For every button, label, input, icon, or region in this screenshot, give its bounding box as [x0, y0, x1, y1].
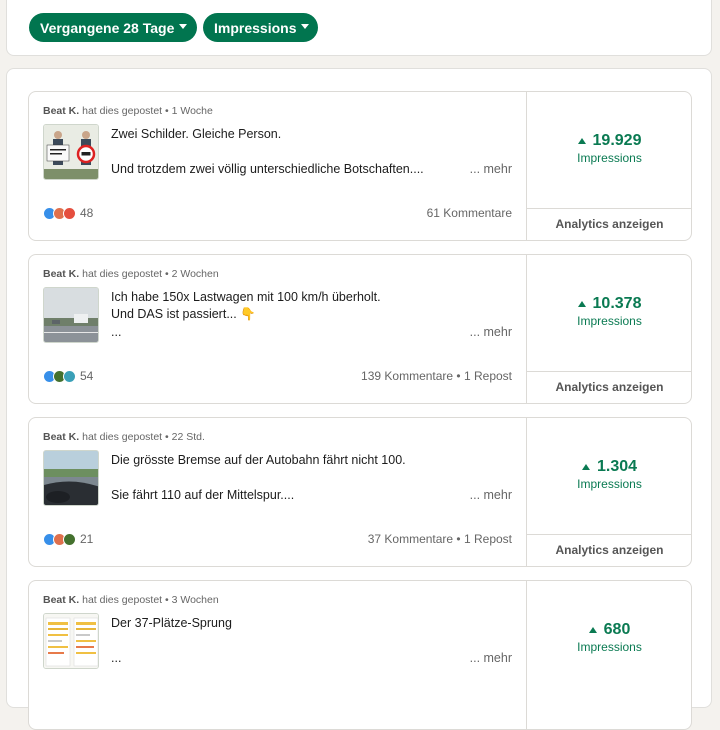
post-stats[interactable]: 139 Kommentare • 1 Repost: [361, 369, 512, 383]
show-analytics-button[interactable]: Analytics anzeigen: [527, 371, 692, 403]
reactions[interactable]: 21: [43, 532, 93, 546]
post-text-line1: Ich habe 150x Lastwagen mit 100 km/h übe…: [111, 290, 381, 304]
impressions-value-wrap: 10.378: [527, 295, 692, 313]
metric-label: Impressions: [214, 19, 297, 36]
impressions-summary: 10.378 Impressions: [527, 295, 692, 328]
reaction-count: 48: [80, 206, 94, 220]
reaction-count: 54: [80, 369, 94, 383]
post-meta: Beat K. hat dies gepostet • 22 Std.: [43, 431, 205, 443]
post-text-line3: ...: [111, 325, 122, 339]
love-reaction-icon: [63, 206, 76, 220]
reaction-count: 21: [80, 532, 94, 546]
post-meta: Beat K. hat dies gepostet • 2 Wochen: [43, 268, 219, 280]
post-content[interactable]: Beat K. hat dies gepostet • 1 Woche Zwei…: [29, 92, 526, 240]
impressions-summary: 1.304 Impressions: [527, 458, 692, 491]
post-text-line3: Sie fährt 110 auf der Mittelspur....: [111, 488, 295, 502]
impressions-summary: 19.929 Impressions: [527, 132, 692, 165]
reactions[interactable]: 48: [43, 206, 93, 220]
post-text-line3: Und trotzdem zwei völlig unterschiedlich…: [111, 162, 424, 176]
post-thumbnail[interactable]: [43, 613, 99, 669]
post-action: hat dies gepostet: [82, 105, 163, 117]
post-card: Beat K. hat dies gepostet • 3 Wochen Der…: [28, 580, 692, 730]
filter-bar: Vergangene 28 Tage Impressions: [6, 0, 712, 56]
post-text-line1: Der 37-Plätze-Sprung: [111, 616, 232, 630]
post-content[interactable]: Beat K. hat dies gepostet • 22 Std. Die …: [29, 418, 526, 566]
impressions-value: 19.929: [592, 132, 642, 149]
impressions-value: 1.304: [596, 458, 638, 475]
impressions-label: Impressions: [577, 477, 642, 491]
post-text-line3: ...: [111, 651, 122, 665]
impressions-label: Impressions: [577, 640, 642, 654]
impressions-value-wrap: 19.929: [527, 132, 692, 150]
impressions-value-wrap: 1.304: [527, 458, 692, 476]
post-card: Beat K. hat dies gepostet • 22 Std. Die …: [28, 417, 692, 567]
metric-dropdown[interactable]: Impressions: [203, 13, 318, 42]
post-thumbnail[interactable]: [43, 124, 99, 180]
post-action: hat dies gepostet: [82, 594, 163, 606]
post-stats[interactable]: 37 Kommentare • 1 Repost: [368, 532, 512, 546]
post-text-line2: Und DAS ist passiert... 👇: [111, 307, 256, 321]
post-meta: Beat K. hat dies gepostet • 3 Wochen: [43, 594, 219, 606]
post-action: hat dies gepostet: [82, 431, 163, 443]
post-age: 1 Woche: [171, 105, 213, 117]
post-stats[interactable]: 61 Kommentare: [427, 206, 512, 220]
date-range-dropdown[interactable]: Vergangene 28 Tage: [29, 13, 197, 42]
posts-panel: Beat K. hat dies gepostet • 1 Woche Zwei…: [6, 68, 712, 730]
post-card: Beat K. hat dies gepostet • 1 Woche Zwei…: [28, 91, 692, 241]
impressions-panel: 10.378 Impressions Analytics anzeigen: [526, 255, 692, 403]
post-content[interactable]: Beat K. hat dies gepostet • 2 Wochen Ich…: [29, 255, 526, 403]
post-content[interactable]: Beat K. hat dies gepostet • 3 Wochen Der…: [29, 581, 526, 729]
post-meta: Beat K. hat dies gepostet • 1 Woche: [43, 105, 213, 117]
post-text-line1: Zwei Schilder. Gleiche Person.: [111, 127, 282, 141]
trend-up-icon: [577, 301, 586, 307]
more-link[interactable]: ... mehr: [470, 651, 512, 665]
insightful-reaction-icon: [63, 369, 76, 383]
post-author: Beat K.: [43, 268, 80, 280]
impressions-label: Impressions: [577, 314, 642, 328]
impressions-value-wrap: 680: [527, 621, 692, 639]
more-link[interactable]: ... mehr: [470, 162, 512, 176]
post-author: Beat K.: [43, 105, 80, 117]
post-age: 3 Wochen: [171, 594, 219, 606]
support-reaction-icon: [63, 532, 76, 546]
post-text-line1: Die grösste Bremse auf der Autobahn fähr…: [111, 453, 406, 467]
caret-down-icon: [179, 24, 188, 29]
more-link[interactable]: ... mehr: [470, 325, 512, 339]
trend-up-icon: [581, 464, 590, 470]
trend-up-icon: [588, 627, 597, 633]
post-thumbnail[interactable]: [43, 450, 99, 506]
impressions-value: 680: [603, 621, 631, 638]
impressions-label: Impressions: [577, 151, 642, 165]
post-card: Beat K. hat dies gepostet • 2 Wochen Ich…: [28, 254, 692, 404]
date-range-label: Vergangene 28 Tage: [40, 19, 175, 36]
show-analytics-button[interactable]: Analytics anzeigen: [527, 208, 692, 240]
impressions-summary: 680 Impressions: [527, 621, 692, 654]
post-age: 2 Wochen: [171, 268, 219, 280]
impressions-panel: 19.929 Impressions Analytics anzeigen: [526, 92, 692, 240]
show-analytics-button[interactable]: Analytics anzeigen: [527, 534, 692, 566]
post-action: hat dies gepostet: [82, 268, 163, 280]
caret-down-icon: [301, 24, 310, 29]
impressions-value: 10.378: [592, 295, 642, 312]
more-link[interactable]: ... mehr: [470, 488, 512, 502]
impressions-panel: 1.304 Impressions Analytics anzeigen: [526, 418, 692, 566]
post-author: Beat K.: [43, 431, 80, 443]
post-age: 22 Std.: [171, 431, 205, 443]
post-thumbnail[interactable]: [43, 287, 99, 343]
reactions[interactable]: 54: [43, 369, 93, 383]
post-author: Beat K.: [43, 594, 80, 606]
impressions-panel: 680 Impressions: [526, 581, 691, 729]
trend-up-icon: [577, 138, 586, 144]
